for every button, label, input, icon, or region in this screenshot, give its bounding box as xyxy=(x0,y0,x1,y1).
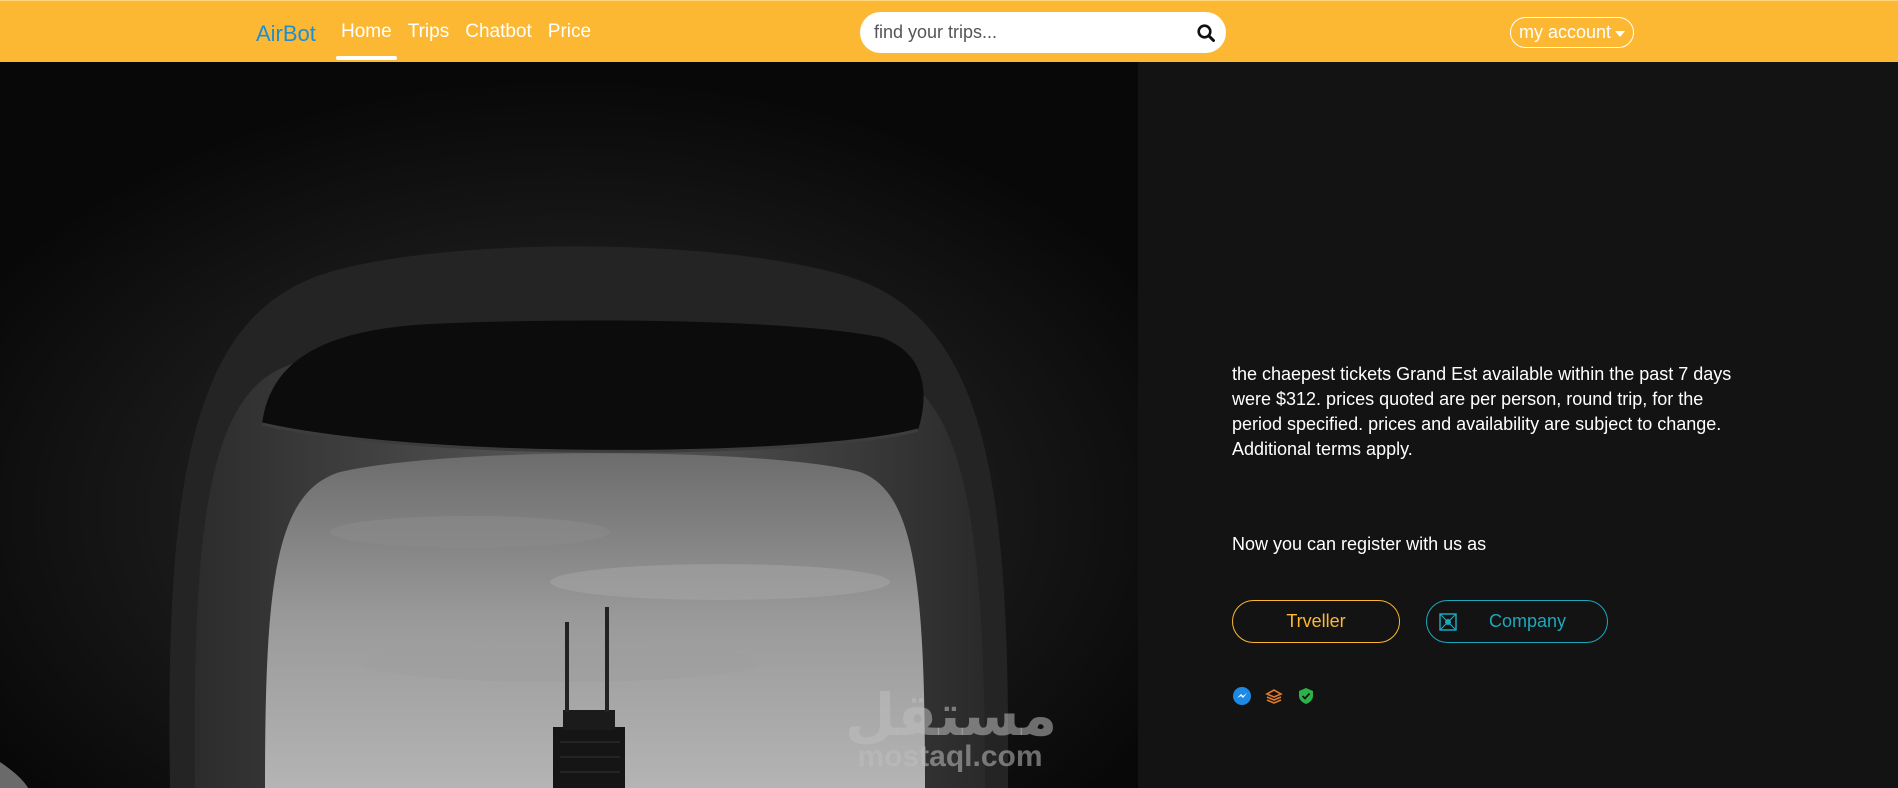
messenger-icon[interactable] xyxy=(1232,686,1252,706)
price-description: the chaepest tickets Grand Est available… xyxy=(1232,364,1732,459)
nav-trips[interactable]: Trips xyxy=(400,1,458,63)
nav-chatbot[interactable]: Chatbot xyxy=(457,1,540,63)
top-navbar: AirBot Home Trips Chatbot Price my accou… xyxy=(0,0,1898,62)
search-icon[interactable] xyxy=(1186,12,1226,53)
shield-icon[interactable] xyxy=(1296,686,1316,706)
stack-icon[interactable] xyxy=(1264,686,1284,706)
watermark-arabic: مستقل xyxy=(845,681,1058,749)
company-icon xyxy=(1437,611,1459,633)
company-button-label: Company xyxy=(1489,611,1567,631)
traveller-button[interactable]: Trveller xyxy=(1232,600,1400,643)
nav-home[interactable]: Home xyxy=(333,1,400,63)
info-panel: the chaepest tickets Grand Est available… xyxy=(1138,62,1898,788)
my-account-label: my account xyxy=(1518,22,1612,42)
register-prompt: Now you can register with us as xyxy=(1232,534,1487,554)
social-icons xyxy=(1232,686,1316,706)
my-account-dropdown[interactable]: my account xyxy=(1510,17,1634,48)
watermark: مستقل mostaql.com xyxy=(845,681,1058,773)
main-nav: Home Trips Chatbot Price xyxy=(333,1,599,63)
search-bar xyxy=(860,12,1226,53)
hero-image xyxy=(0,62,1138,788)
watermark-latin: mostaql.com xyxy=(857,740,1043,773)
chevron-down-icon xyxy=(1615,30,1626,37)
company-button[interactable]: Company xyxy=(1426,600,1608,643)
search-input[interactable] xyxy=(860,12,1186,53)
nav-price[interactable]: Price xyxy=(540,1,599,63)
brand-logo[interactable]: AirBot xyxy=(256,21,316,47)
